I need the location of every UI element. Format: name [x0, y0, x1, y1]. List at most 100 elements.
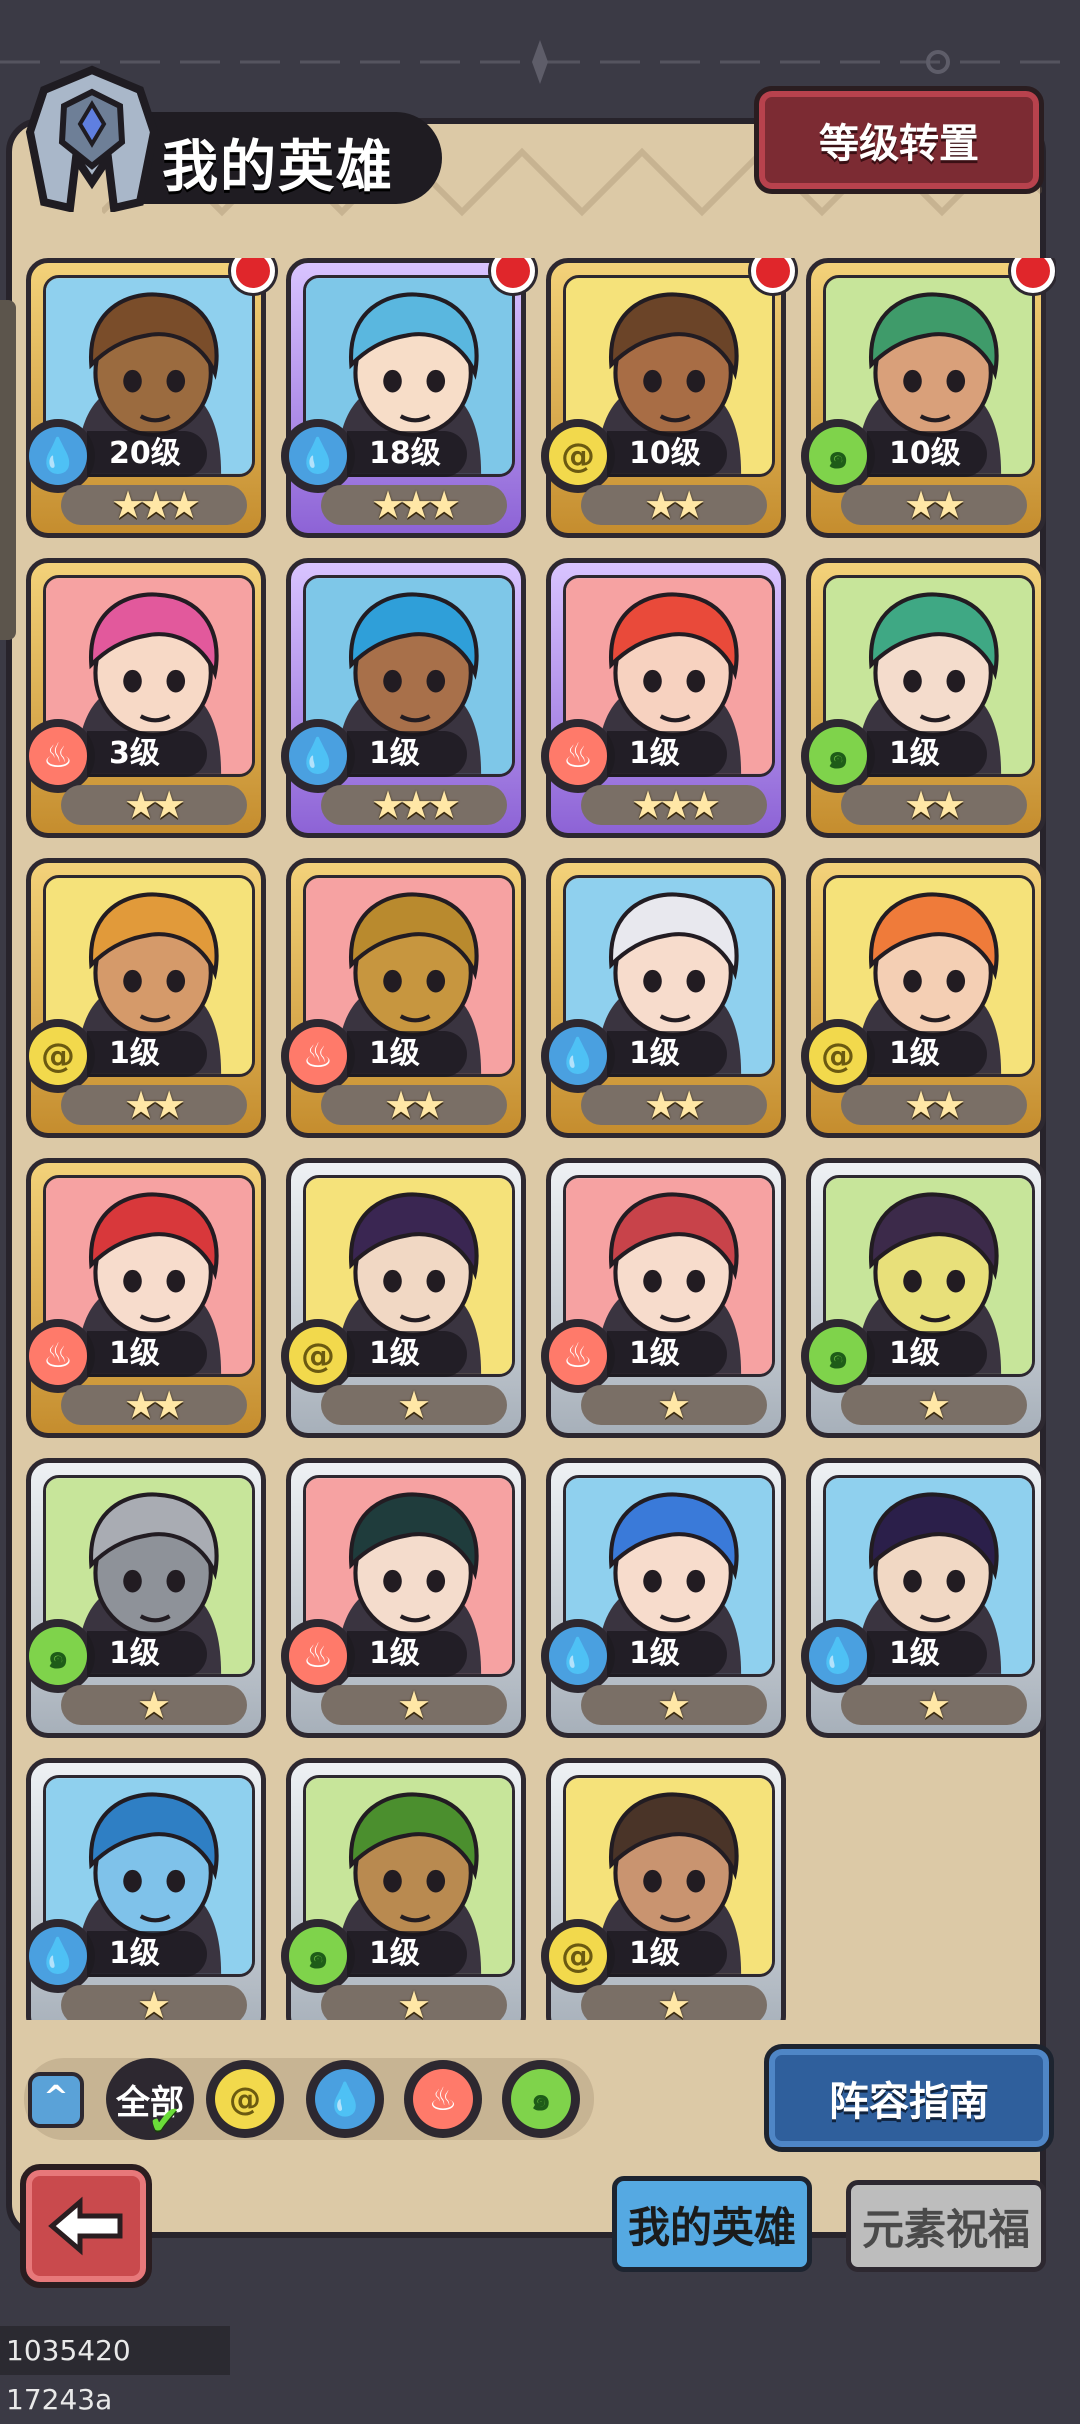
fire-icon: ♨ [289, 1627, 347, 1685]
hero-level: 1级 [607, 1931, 727, 1977]
hero-card[interactable]: @10级 ★★ [541, 258, 795, 538]
hero-card[interactable]: ๑ 1级 ★ [281, 1758, 526, 2020]
hero-card[interactable]: 💧 1级 ★ [26, 1758, 266, 2020]
hero-level: 1级 [347, 1631, 467, 1677]
hero-stars: ★★★ [581, 785, 767, 825]
element-badge: ♨ [281, 1619, 355, 1693]
hero-stars: ★★★ [61, 485, 247, 525]
fire-icon: ♨ [29, 1327, 87, 1385]
element-badge: @ [281, 1319, 355, 1393]
hero-card[interactable]: 💧 1级 ★ [541, 1458, 786, 1738]
tab-my-heroes[interactable]: 我的英雄 [612, 2176, 812, 2272]
hero-card[interactable]: ♨ 1级 ★★ [281, 858, 526, 1138]
header-title-area: 我的英雄 [22, 62, 442, 212]
level-transfer-button[interactable]: 等级转置 [754, 86, 1044, 194]
tab-element-blessing[interactable]: 元素祝福 [846, 2180, 1046, 2272]
hero-card[interactable]: ๑ 1级 ★ [26, 1458, 266, 1738]
hero-stars: ★ [581, 1685, 767, 1725]
element-badge: ♨ [541, 719, 615, 793]
hero-card[interactable]: @1级 ★★ [801, 858, 1046, 1138]
hero-stars: ★ [841, 1385, 1027, 1425]
hero-stars: ★ [321, 1385, 507, 1425]
element-badge: ๑ [281, 1919, 355, 1993]
fire-icon: ♨ [549, 727, 607, 785]
star-icon: ★★★ [371, 483, 461, 527]
hero-stars: ★★ [841, 1085, 1027, 1125]
page-title: 我的英雄 [162, 135, 394, 200]
hero-card[interactable]: ๑ 10级 ★★ [801, 258, 1055, 538]
filter-fire-button[interactable]: ♨ [404, 2060, 482, 2138]
hero-card[interactable]: 💧 18级 ★★★ [281, 258, 535, 538]
element-badge: 💧 [281, 719, 355, 793]
element-badge: @ [541, 419, 615, 493]
hero-level: 1级 [867, 1031, 987, 1077]
hero-card[interactable]: ♨ 3级 ★★ [26, 558, 266, 838]
element-badge: @ [541, 1919, 615, 1993]
water-icon: 💧 [289, 727, 347, 785]
filter-earth-button[interactable]: @ [206, 2060, 284, 2138]
hero-card[interactable]: ♨ 1级 ★ [541, 1158, 786, 1438]
earth-icon: @ [215, 2069, 275, 2129]
back-arrow-icon [48, 2196, 123, 2256]
hero-level: 1级 [87, 1331, 207, 1377]
filter-water-button[interactable]: 💧 [306, 2060, 384, 2138]
hero-card[interactable]: 💧 1级 ★ [801, 1458, 1046, 1738]
element-badge: ๑ [26, 1619, 95, 1693]
element-badge: 💧 [281, 419, 355, 493]
earth-icon: @ [809, 1027, 867, 1085]
wind-icon: ๑ [29, 1627, 87, 1685]
hero-level: 1级 [87, 1931, 207, 1977]
fire-icon: ♨ [29, 727, 87, 785]
hero-card[interactable]: @1级 ★ [541, 1758, 786, 2020]
hero-card[interactable]: @1级 ★ [281, 1158, 526, 1438]
earth-icon: @ [29, 1027, 87, 1085]
hero-stars: ★★ [841, 785, 1027, 825]
hero-stars: ★ [321, 1985, 507, 2020]
element-badge: 💧 [801, 1619, 875, 1693]
star-icon: ★★ [124, 1083, 186, 1127]
hero-level: 1级 [607, 1331, 727, 1377]
water-icon: 💧 [29, 427, 87, 485]
element-badge: ♨ [281, 1019, 355, 1093]
hero-stars: ★★ [581, 1085, 767, 1125]
hero-card[interactable]: ♨ 1级 ★★ [26, 1158, 266, 1438]
hero-card[interactable]: ♨ 1级 ★★★ [541, 558, 786, 838]
hero-level: 1级 [347, 1031, 467, 1077]
hero-stars: ★★★ [321, 485, 507, 525]
back-button[interactable] [20, 2164, 152, 2288]
element-badge: 💧 [541, 1019, 615, 1093]
hero-card[interactable]: ๑ 1级 ★★ [801, 558, 1046, 838]
collapse-filter-button[interactable]: ^ [28, 2072, 84, 2128]
star-icon: ★★ [644, 483, 706, 527]
star-icon: ★ [397, 1683, 431, 1727]
fire-icon: ♨ [289, 1027, 347, 1085]
element-badge: ๑ [801, 719, 875, 793]
hero-level: 1级 [347, 731, 467, 777]
hero-stars: ★ [581, 1385, 767, 1425]
wind-icon: ๑ [511, 2069, 571, 2129]
star-icon: ★★ [384, 1083, 446, 1127]
hero-card[interactable]: ♨ 1级 ★ [281, 1458, 526, 1738]
star-icon: ★ [137, 1683, 171, 1727]
wind-icon: ๑ [809, 427, 867, 485]
hero-card[interactable]: ๑ 1级 ★ [801, 1158, 1046, 1438]
lineup-guide-button[interactable]: 阵容指南 [764, 2044, 1054, 2152]
element-badge: ♨ [26, 719, 95, 793]
hero-stars: ★★ [841, 485, 1027, 525]
wind-icon: ๑ [809, 1327, 867, 1385]
hero-card[interactable]: 💧 1级 ★★ [541, 858, 786, 1138]
filter-wind-button[interactable]: ๑ [502, 2060, 580, 2138]
star-icon: ★ [657, 1683, 691, 1727]
hero-level: 1级 [347, 1331, 467, 1377]
hero-level: 20级 [87, 431, 207, 477]
hero-level: 1级 [347, 1931, 467, 1977]
hero-card[interactable]: 💧 20级 ★★★ [26, 258, 275, 538]
water-icon: 💧 [289, 427, 347, 485]
hero-card[interactable]: @1级 ★★ [26, 858, 266, 1138]
hero-stars: ★★ [61, 1385, 247, 1425]
water-icon: 💧 [29, 1927, 87, 1985]
side-handle[interactable] [0, 300, 16, 640]
hero-stars: ★ [321, 1685, 507, 1725]
hero-card[interactable]: 💧 1级 ★★★ [281, 558, 526, 838]
star-icon: ★★★ [371, 783, 461, 827]
